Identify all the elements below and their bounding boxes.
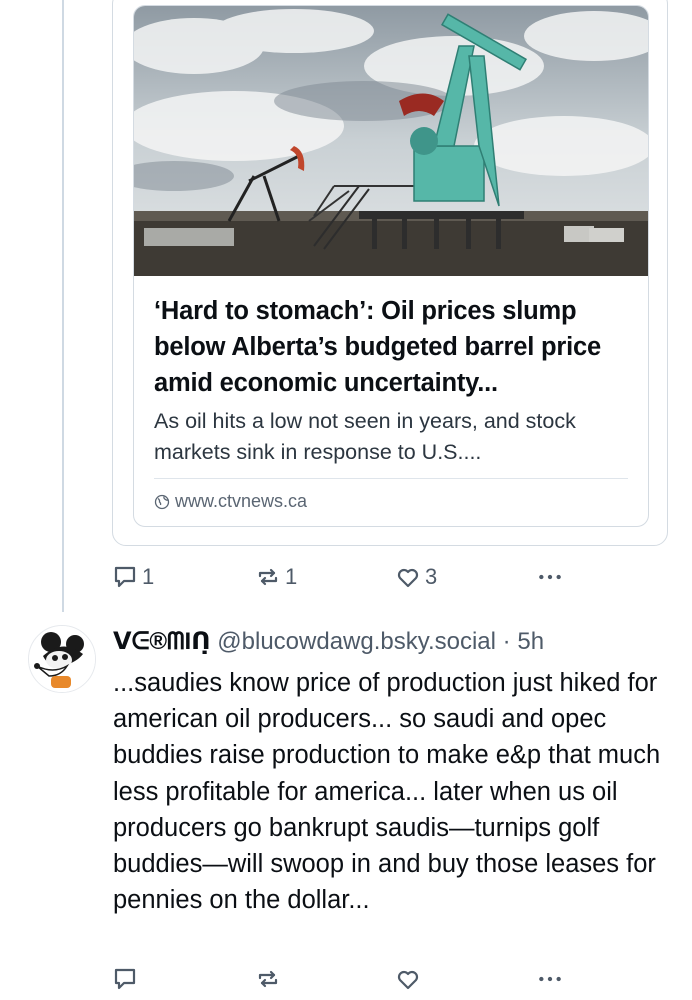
link-preview-image[interactable] [134, 6, 649, 276]
more-options-button[interactable] [537, 564, 563, 590]
more-horizontal-icon [539, 574, 561, 580]
repost-button-2[interactable] [255, 966, 281, 992]
link-preview-title[interactable]: ‘Hard to stomach’: Oil prices slump belo… [154, 293, 634, 401]
post-text: ...saudies know price of production just… [113, 669, 661, 915]
heart-icon [397, 970, 419, 990]
display-name[interactable]: ᐯᕮ®ᗰIᑎ̣ [113, 628, 211, 655]
timestamp[interactable]: 5h [517, 628, 544, 655]
domain-text: www.ctvnews.ca [175, 491, 308, 511]
card-divider [154, 478, 628, 479]
handle[interactable]: @blucowdawg.bsky.social [217, 628, 496, 655]
more-horizontal-icon [539, 976, 561, 982]
separator-dot: · [502, 628, 511, 655]
link-preview-description: As oil hits a low not seen in years, and… [154, 409, 576, 464]
reply-button[interactable]: 1 [112, 564, 154, 590]
reply-count: 1 [142, 564, 155, 589]
like-count: 3 [425, 564, 438, 589]
reply-icon [114, 968, 136, 990]
like-button-2[interactable] [395, 966, 421, 992]
more-options-button-2[interactable] [537, 966, 563, 992]
post-header: ᐯᕮ®ᗰIᑎ̣ @blucowdawg.bsky.social · 5h [113, 626, 544, 658]
cartoon-rat-avatar-icon [29, 626, 95, 692]
link-preview-domain[interactable]: www.ctvnews.ca [154, 491, 307, 512]
reply-button-2[interactable] [112, 966, 138, 992]
repost-button[interactable]: 1 [255, 564, 297, 590]
thread-line [62, 0, 64, 612]
repost-icon [258, 568, 278, 586]
like-button[interactable]: 3 [395, 564, 437, 590]
link-preview-card[interactable]: ‘Hard to stomach’: Oil prices slump belo… [133, 5, 649, 527]
heart-icon [397, 568, 419, 588]
repost-count: 1 [285, 564, 298, 589]
repost-icon [258, 970, 278, 988]
globe-icon [154, 494, 170, 509]
reply-icon [114, 566, 136, 588]
avatar[interactable] [28, 625, 96, 693]
